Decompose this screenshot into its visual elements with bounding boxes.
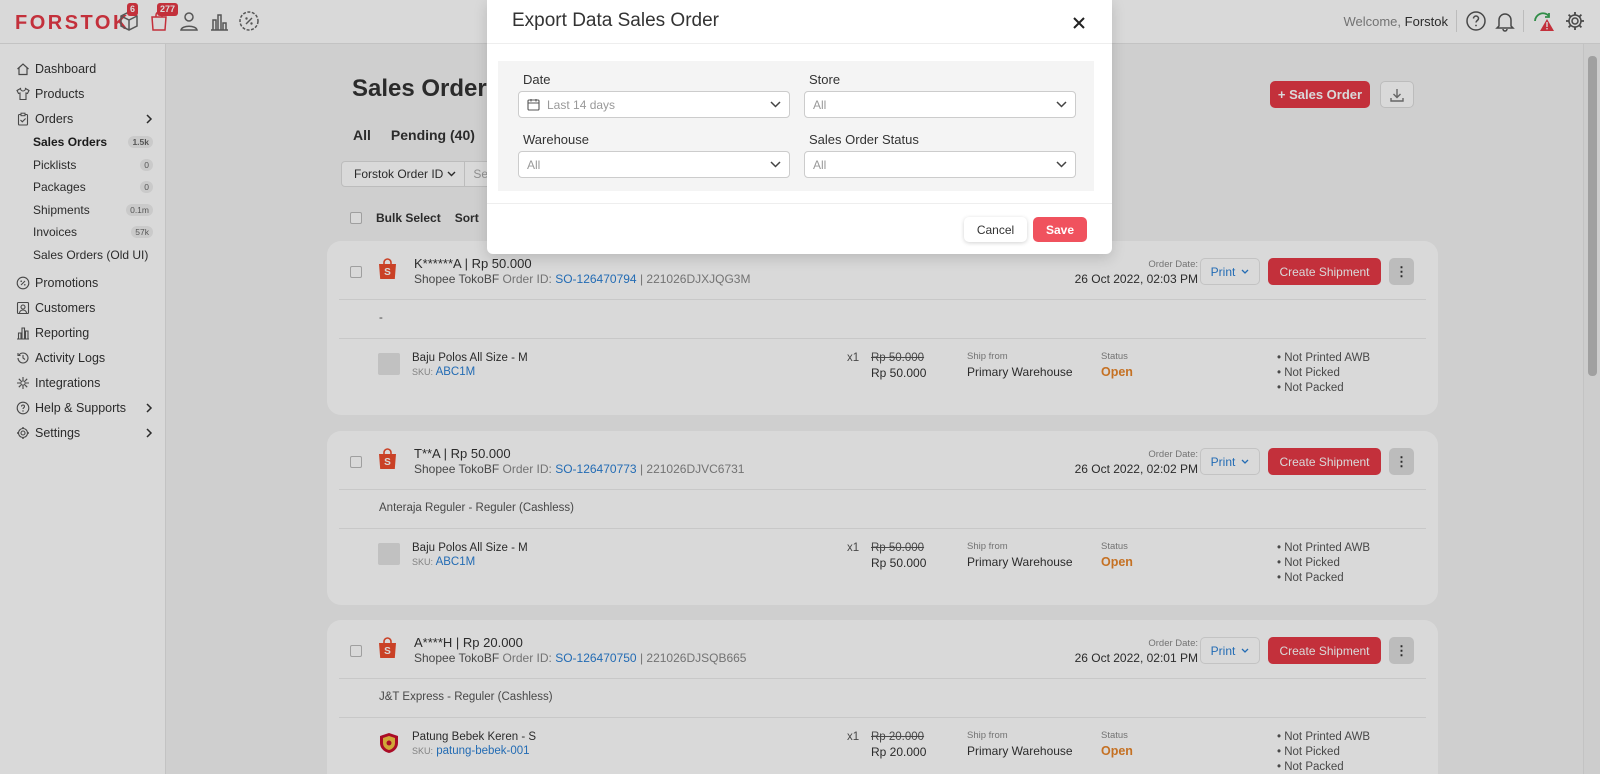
- sales-order-status-select[interactable]: All: [804, 151, 1076, 178]
- date-select[interactable]: Last 14 days: [518, 91, 790, 118]
- divider: [487, 203, 1112, 204]
- cancel-button[interactable]: Cancel: [964, 217, 1027, 242]
- status-select-value: All: [813, 157, 827, 172]
- store-select[interactable]: All: [804, 91, 1076, 118]
- warehouse-select[interactable]: All: [518, 151, 790, 178]
- store-select-value: All: [813, 97, 827, 112]
- date-label: Date: [523, 72, 551, 87]
- modal-title: Export Data Sales Order: [512, 10, 719, 31]
- calendar-icon: [527, 98, 540, 111]
- warehouse-select-value: All: [527, 157, 541, 172]
- chevron-down-icon: [770, 101, 781, 108]
- save-button[interactable]: Save: [1033, 217, 1087, 242]
- date-select-value: Last 14 days: [547, 97, 616, 112]
- chevron-down-icon: [1056, 161, 1067, 168]
- warehouse-label: Warehouse: [523, 132, 589, 147]
- chevron-down-icon: [770, 161, 781, 168]
- export-modal: Export Data Sales Order Date Last 14 day…: [487, 0, 1112, 254]
- sales-order-status-label: Sales Order Status: [809, 132, 919, 147]
- chevron-down-icon: [1056, 101, 1067, 108]
- close-icon[interactable]: [1071, 15, 1087, 31]
- store-label: Store: [809, 72, 841, 87]
- divider: [487, 43, 1112, 44]
- modal-form: Date Last 14 days Store All Warehouse Al…: [498, 61, 1094, 191]
